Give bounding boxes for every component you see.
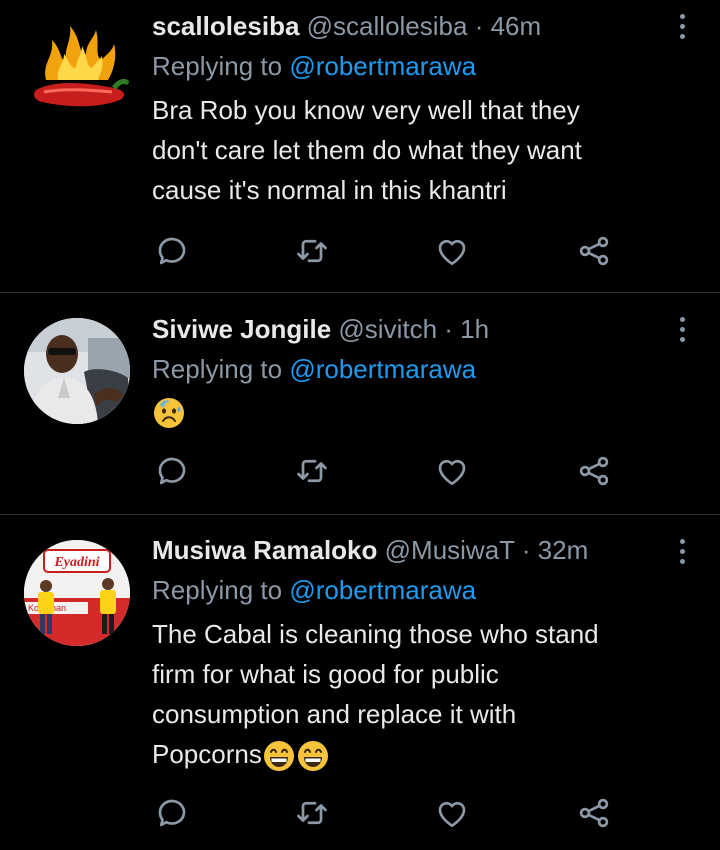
tweet-text-line: firm for what is good for public xyxy=(152,659,499,689)
tweet-text-last-line: Popcorns xyxy=(152,734,660,774)
replying-to: Replying to @robertmarawa xyxy=(152,572,660,608)
tweet-header: Siviwe Jongile @sivitch · 1h xyxy=(152,311,660,347)
display-name[interactable]: Musiwa Ramaloko xyxy=(152,535,377,565)
replying-to-label: Replying to xyxy=(152,51,283,81)
retweet-icon[interactable] xyxy=(294,233,334,273)
mention-link[interactable]: @robertmarawa xyxy=(289,575,476,605)
mention-link[interactable]: @robertmarawa xyxy=(289,354,476,384)
share-icon[interactable] xyxy=(576,795,616,835)
like-icon[interactable] xyxy=(434,233,474,273)
tweet-actions xyxy=(152,795,622,835)
tweet-text-line: cause it's normal in this khantri xyxy=(152,175,507,205)
tweet-header: Musiwa Ramaloko @MusiwaT · 32m xyxy=(152,532,660,568)
replying-to-label: Replying to xyxy=(152,354,283,384)
like-icon[interactable] xyxy=(434,453,474,493)
tweet-text-line: The Cabal is cleaning those who stand xyxy=(152,619,599,649)
replying-to: Replying to @robertmarawa xyxy=(152,351,660,387)
tweet-content: scallolesiba @scallolesiba · 46m Replyin… xyxy=(152,8,660,210)
reply-icon[interactable] xyxy=(154,233,194,273)
like-icon[interactable] xyxy=(434,795,474,835)
share-icon[interactable] xyxy=(576,233,616,273)
tweet-actions xyxy=(152,233,622,273)
timestamp[interactable]: · 32m xyxy=(522,535,588,565)
tweet-2[interactable]: Siviwe Jongile @sivitch · 1h Replying to… xyxy=(0,293,720,513)
reply-feed: scallolesiba @scallolesiba · 46m Replyin… xyxy=(0,0,720,850)
user-handle[interactable]: @scallolesiba xyxy=(307,11,468,41)
share-icon[interactable] xyxy=(576,453,616,493)
replying-to: Replying to @robertmarawa xyxy=(152,48,660,84)
tweet-actions xyxy=(152,453,622,493)
worried-face-emoji xyxy=(152,396,186,430)
display-name[interactable]: Siviwe Jongile xyxy=(152,314,331,344)
replying-to-label: Replying to xyxy=(152,575,283,605)
tweet-text: The Cabal is cleaning those who stand fi… xyxy=(152,614,660,774)
timestamp[interactable]: · 46m xyxy=(475,11,541,41)
more-icon[interactable] xyxy=(680,14,690,44)
tweet-content: Musiwa Ramaloko @MusiwaT · 32m Replying … xyxy=(152,532,660,774)
mention-link[interactable]: @robertmarawa xyxy=(289,51,476,81)
more-icon[interactable] xyxy=(680,317,690,347)
tweet-header: scallolesiba @scallolesiba · 46m xyxy=(152,8,660,44)
avatar-scallolesiba[interactable] xyxy=(24,18,130,124)
grinning-face-emoji xyxy=(296,739,330,773)
avatar-sign-text: Eyadini xyxy=(53,555,99,570)
display-name[interactable]: scallolesiba xyxy=(152,11,299,41)
tweet-1[interactable]: scallolesiba @scallolesiba · 46m Replyin… xyxy=(0,0,720,290)
tweet-text-line: consumption and replace it with xyxy=(152,699,517,729)
user-handle[interactable]: @MusiwaT xyxy=(385,535,515,565)
tweet-3[interactable]: Eyadini Kokuman Musiwa Ramaloko @MusiwaT… xyxy=(0,515,720,850)
reply-icon[interactable] xyxy=(154,453,194,493)
timestamp[interactable]: · 1h xyxy=(444,314,489,344)
more-icon[interactable] xyxy=(680,539,690,569)
tweet-content: Siviwe Jongile @sivitch · 1h Replying to… xyxy=(152,311,660,431)
avatar-musiwa-ramaloko[interactable]: Eyadini Kokuman xyxy=(24,540,130,646)
tweet-text-line: don't care let them do what they want xyxy=(152,135,582,165)
tweet-text-line: Popcorns xyxy=(152,739,262,769)
tweet-text xyxy=(152,391,660,431)
avatar-siviwe-jongile[interactable] xyxy=(24,318,130,424)
retweet-icon[interactable] xyxy=(294,453,334,493)
retweet-icon[interactable] xyxy=(294,795,334,835)
user-handle[interactable]: @sivitch xyxy=(338,314,437,344)
reply-icon[interactable] xyxy=(154,795,194,835)
tweet-text: Bra Rob you know very well that they don… xyxy=(152,90,660,210)
grinning-face-emoji xyxy=(262,739,296,773)
tweet-text-line: Bra Rob you know very well that they xyxy=(152,95,580,125)
